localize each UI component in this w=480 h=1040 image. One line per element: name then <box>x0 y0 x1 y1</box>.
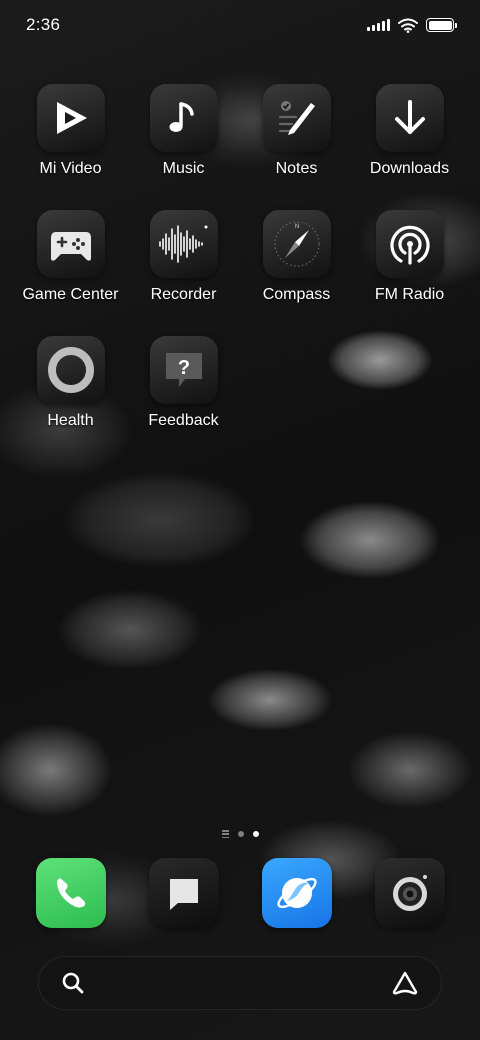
message-bubble-icon <box>169 879 198 910</box>
music-app-icon[interactable] <box>149 84 218 152</box>
search-icon[interactable] <box>61 971 85 995</box>
wifi-icon <box>398 18 418 33</box>
app-mi-video[interactable]: Mi Video <box>14 84 127 178</box>
feedback-app-icon[interactable]: ? <box>149 336 218 404</box>
app-grid: Mi Video Music Notes Downloads Game Cent… <box>14 84 466 430</box>
app-label: Recorder <box>150 286 217 303</box>
svg-text:N: N <box>294 224 298 230</box>
battery-level <box>428 20 452 30</box>
planet-icon <box>276 877 317 909</box>
waveform-icon <box>158 225 207 263</box>
mi-video-app-icon[interactable] <box>36 84 105 152</box>
browser-app-icon[interactable] <box>261 858 332 928</box>
notes-app-icon[interactable] <box>262 84 331 152</box>
page-dot-active <box>252 831 259 837</box>
download-arrow-icon <box>394 100 425 134</box>
dock-phone[interactable] <box>14 858 127 928</box>
app-game-center[interactable]: Game Center <box>14 210 127 304</box>
svg-text:?: ? <box>177 357 189 379</box>
camera-lens-icon <box>392 875 427 911</box>
app-feedback[interactable]: ? Feedback <box>127 336 240 430</box>
app-fm-radio[interactable]: FM Radio <box>353 210 466 304</box>
status-bar: 2:36 <box>0 0 480 50</box>
ring-icon <box>47 347 94 393</box>
dock <box>14 858 466 928</box>
app-label: Music <box>162 160 205 177</box>
question-bubble-icon: ? <box>165 353 202 387</box>
dock-camera[interactable] <box>353 858 466 928</box>
camera-app-icon[interactable] <box>374 858 445 928</box>
dock-messages[interactable] <box>127 858 240 928</box>
phone-app-icon[interactable] <box>35 858 106 928</box>
radio-broadcast-icon <box>389 225 430 265</box>
phone-icon <box>56 878 85 908</box>
compass-icon: N <box>273 221 320 267</box>
app-label: Mi Video <box>39 160 102 177</box>
app-label: Downloads <box>369 160 450 177</box>
app-notes[interactable]: Notes <box>240 84 353 178</box>
app-music[interactable]: Music <box>127 84 240 178</box>
search-bar[interactable] <box>38 956 442 1010</box>
app-label: Health <box>47 412 94 429</box>
gamepad-icon <box>50 232 91 261</box>
recorder-app-icon[interactable] <box>149 210 218 278</box>
app-label: Feedback <box>148 412 219 429</box>
downloads-app-icon[interactable] <box>375 84 444 152</box>
fm-radio-app-icon[interactable] <box>375 210 444 278</box>
messages-app-icon[interactable] <box>148 858 219 928</box>
app-label: Game Center <box>22 286 119 303</box>
music-note-icon <box>169 102 194 132</box>
battery-icon <box>426 18 457 32</box>
app-drawer-lines-icon <box>221 830 229 838</box>
health-app-icon[interactable] <box>36 336 105 404</box>
app-recorder[interactable]: Recorder <box>127 210 240 304</box>
app-label: Compass <box>262 286 331 303</box>
game-center-app-icon[interactable] <box>36 210 105 278</box>
notes-pen-icon <box>278 101 315 135</box>
compass-app-icon[interactable]: N <box>262 210 331 278</box>
signal-icon <box>367 19 390 31</box>
page-indicator[interactable] <box>0 830 480 838</box>
dock-browser[interactable] <box>240 858 353 928</box>
app-health[interactable]: Health <box>14 336 127 430</box>
app-label: FM Radio <box>374 286 445 303</box>
app-label: Notes <box>275 160 318 177</box>
status-icons <box>367 18 457 33</box>
app-compass[interactable]: N Compass <box>240 210 353 304</box>
app-downloads[interactable]: Downloads <box>353 84 466 178</box>
status-time: 2:36 <box>26 15 61 34</box>
page-dot <box>237 831 244 837</box>
assistant-icon[interactable] <box>391 970 419 996</box>
play-icon <box>56 102 87 134</box>
